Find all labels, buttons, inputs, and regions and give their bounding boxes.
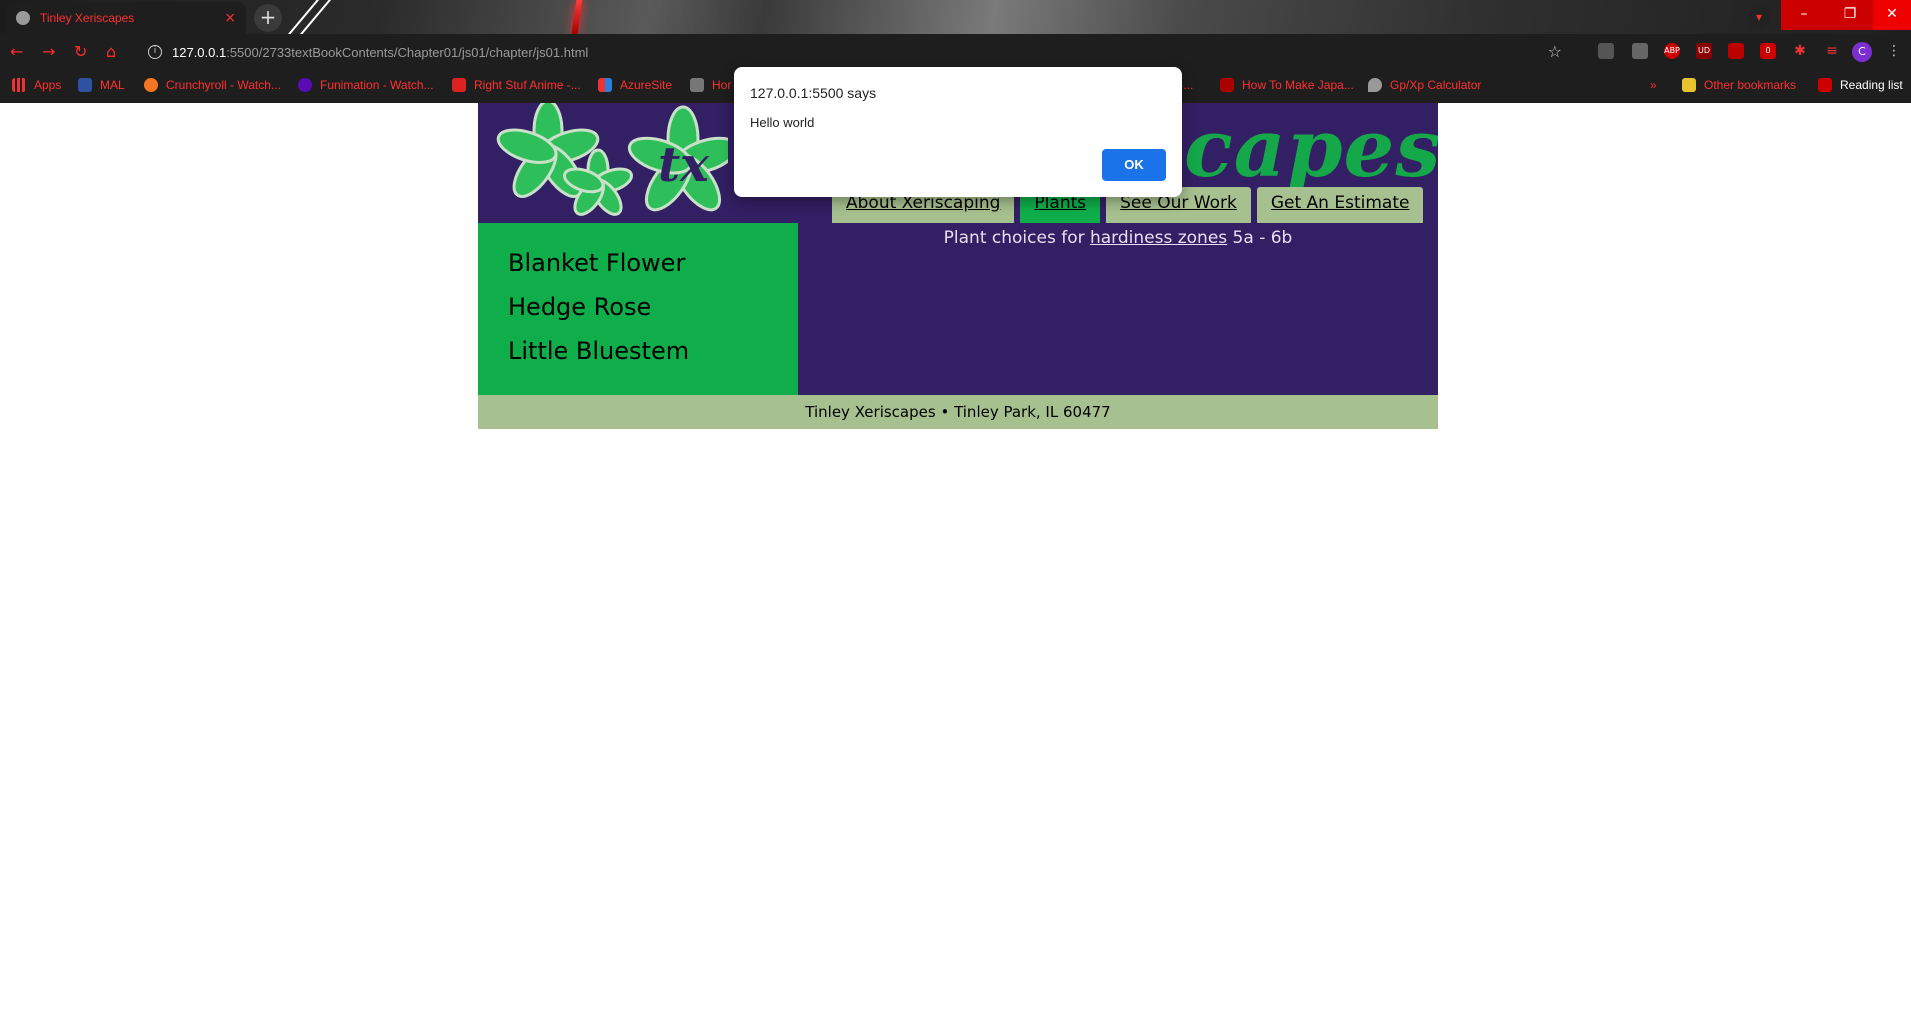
hardiness-zones-link[interactable]: hardiness zones bbox=[1090, 228, 1227, 248]
dialog-message: Hello world bbox=[750, 115, 815, 130]
bookmark-right-stuf[interactable]: Right Stuf Anime -... bbox=[452, 78, 581, 92]
site-footer: Tinley Xeriscapes • Tinley Park, IL 6047… bbox=[478, 395, 1438, 429]
globe-icon bbox=[16, 11, 30, 25]
bookmark-mal[interactable]: MAL bbox=[78, 78, 125, 92]
toggle-extension-icon[interactable] bbox=[1632, 43, 1648, 59]
tab-title: Tinley Xeriscapes bbox=[40, 11, 135, 25]
badge-extension-icon[interactable]: 0 bbox=[1760, 43, 1776, 59]
logo-monogram: tx bbox=[658, 137, 710, 193]
folder-icon bbox=[1682, 78, 1696, 92]
address-bar[interactable]: i 127.0.0.1:5500/2733textBookContents/Ch… bbox=[138, 38, 1578, 66]
apps-grid-icon bbox=[12, 78, 26, 92]
reading-list[interactable]: Reading list bbox=[1818, 78, 1903, 92]
bookmark-how-to-make[interactable]: How To Make Japa... bbox=[1220, 78, 1354, 92]
printer-extension-icon[interactable] bbox=[1598, 43, 1614, 59]
bookmark-hor[interactable]: Hor bbox=[690, 78, 731, 92]
browser-toolbar: ← → ↻ ⌂ i 127.0.0.1:5500/2733textBookCon… bbox=[0, 34, 1911, 70]
list-item: Hedge Rose bbox=[508, 293, 652, 321]
reading-queue-icon[interactable]: ≡ bbox=[1824, 43, 1840, 59]
flower-logo-icon: tx bbox=[496, 103, 728, 216]
minimize-button[interactable]: – bbox=[1781, 0, 1827, 30]
clipper-extension-icon[interactable] bbox=[1728, 43, 1744, 59]
main-content: Blanket Flower Hedge Rose Little Blueste… bbox=[478, 223, 1438, 395]
bank-icon bbox=[690, 78, 704, 92]
rightstuf-icon bbox=[452, 78, 466, 92]
other-bookmarks[interactable]: Other bookmarks bbox=[1682, 78, 1796, 92]
mal-icon bbox=[78, 78, 92, 92]
kebab-menu-icon[interactable]: ⋮ bbox=[1886, 43, 1902, 59]
azure-icon bbox=[598, 78, 612, 92]
bookmark-gp-xp[interactable]: Gp/Xp Calculator bbox=[1368, 78, 1481, 92]
ok-button[interactable]: OK bbox=[1102, 149, 1166, 181]
list-item: Little Bluestem bbox=[508, 337, 690, 365]
profile-menu-icon[interactable]: ▾ bbox=[1748, 6, 1770, 28]
bookmarks-overflow[interactable]: » bbox=[1650, 78, 1657, 92]
nav-get-an-estimate[interactable]: Get An Estimate bbox=[1256, 187, 1424, 223]
restore-button[interactable]: ❐ bbox=[1827, 0, 1873, 30]
tab-close-icon[interactable]: × bbox=[224, 10, 236, 26]
url-host: 127.0.0.1 bbox=[172, 44, 227, 60]
site-logo-text: scapes bbox=[1138, 103, 1438, 195]
extensions-puzzle-icon[interactable]: ✱ bbox=[1792, 43, 1808, 59]
ublock-extension-icon[interactable]: UD bbox=[1696, 43, 1712, 59]
shield-icon bbox=[1368, 78, 1382, 92]
close-window-button[interactable]: ✕ bbox=[1873, 0, 1911, 30]
bookmark-azuresite[interactable]: AzureSite bbox=[598, 78, 672, 92]
tab-strip: Tinley Xeriscapes × + ▾ – ❐ ✕ bbox=[0, 0, 1911, 34]
recipe-icon bbox=[1220, 78, 1234, 92]
hardiness-zones-text: Plant choices for hardiness zones 5a - 6… bbox=[943, 228, 1293, 248]
url-text[interactable]: 127.0.0.1:5500/2733textBookContents/Chap… bbox=[172, 45, 588, 60]
funimation-icon bbox=[298, 78, 312, 92]
tab-tinley-xeriscapes[interactable]: Tinley Xeriscapes × bbox=[6, 2, 246, 34]
plant-list: Blanket Flower Hedge Rose Little Blueste… bbox=[478, 223, 798, 395]
url-path: :5500/2733textBookContents/Chapter01/js0… bbox=[226, 44, 589, 60]
bookmark-star-icon[interactable]: ☆ bbox=[1548, 42, 1562, 61]
adblock-extension-icon[interactable]: ABP bbox=[1664, 43, 1680, 59]
list-item: Blanket Flower bbox=[508, 249, 686, 277]
bookmark-funimation[interactable]: Funimation - Watch... bbox=[298, 78, 434, 92]
crunchyroll-icon bbox=[144, 78, 158, 92]
site-info-icon[interactable]: i bbox=[148, 45, 162, 59]
home-icon[interactable]: ⌂ bbox=[106, 42, 116, 61]
avatar[interactable]: C bbox=[1852, 42, 1872, 62]
alert-dialog: 127.0.0.1:5500 says Hello world OK bbox=[734, 67, 1182, 197]
back-icon[interactable]: ← bbox=[10, 42, 23, 61]
dialog-origin: 127.0.0.1:5500 says bbox=[750, 85, 877, 101]
reload-icon[interactable]: ↻ bbox=[74, 42, 87, 61]
bookmark-crunchyroll[interactable]: Crunchyroll - Watch... bbox=[144, 78, 281, 92]
reading-list-icon bbox=[1818, 78, 1832, 92]
new-tab-button[interactable]: + bbox=[254, 4, 282, 32]
wallpaper-red-streak bbox=[571, 0, 583, 34]
bookmark-apps[interactable]: Apps bbox=[12, 78, 61, 92]
forward-icon[interactable]: → bbox=[42, 42, 55, 61]
